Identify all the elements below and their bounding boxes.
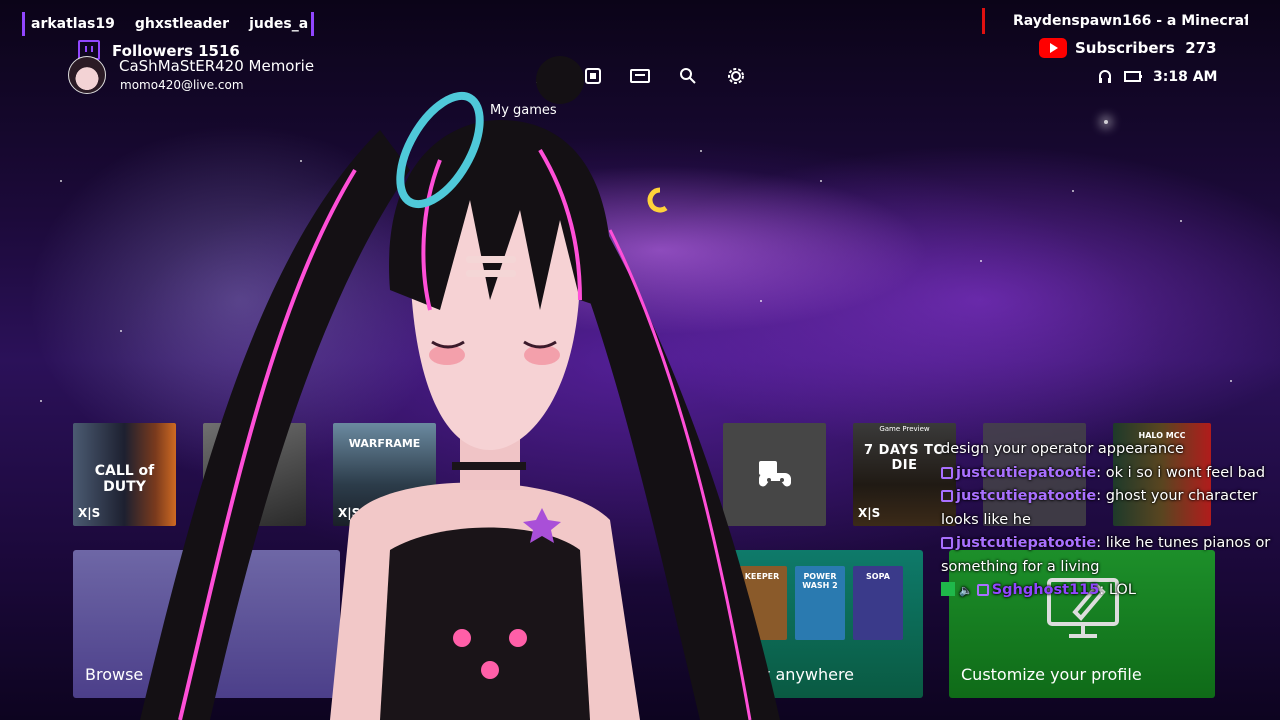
chat-message: justcutiepatootie: ghost your character …: [941, 485, 1271, 532]
headset-icon[interactable]: [1097, 69, 1113, 89]
tile-mw[interactable]: MW X|S: [203, 423, 306, 526]
panel-play-anywhere[interactable]: KEEPER POWER WASH 2 SOPA Play anywhere: [715, 550, 923, 698]
search-icon[interactable]: [677, 66, 699, 86]
tile-call-of-duty[interactable]: CALL of DUTY X|S: [73, 423, 176, 526]
panel-browse[interactable]: Browse: [73, 550, 340, 698]
mini-game-powerwash: POWER WASH 2: [795, 566, 845, 640]
chat-text: : ok i so i wont feel bad: [1096, 464, 1266, 481]
battery-icon[interactable]: [1124, 69, 1144, 87]
chat-text: : LOL: [1099, 582, 1136, 598]
xs-badge: X|S: [78, 506, 101, 520]
gear-icon[interactable]: [725, 66, 747, 86]
xs-badge: X|S: [858, 506, 881, 520]
subscribers-count: Subscribers 273: [1075, 39, 1217, 57]
twitch-icon: [976, 584, 989, 596]
speaker-icon: 🔈: [959, 584, 973, 597]
tile-warframe[interactable]: WARFRAME X|S: [333, 423, 436, 526]
subscribers-label: Subscribers: [1075, 39, 1175, 57]
profile-name[interactable]: CaShMaStER420 Memorie: [119, 57, 314, 75]
tile-title: CALL of DUTY: [94, 463, 155, 495]
sub-badge-icon: [941, 582, 955, 596]
tile-game-hub[interactable]: [723, 423, 826, 526]
subscribers-number: 273: [1185, 39, 1217, 57]
chat-message: 🔈 Sghghost115: LOL: [941, 579, 1271, 603]
xs-badge: X|S: [338, 506, 361, 520]
game-preview-label: Game Preview: [879, 425, 930, 433]
panel-label: Customize your profile: [961, 665, 1142, 684]
youtube-icon: [1039, 38, 1067, 58]
tile-title: MW: [239, 463, 270, 479]
chat-message: justcutiepatootie: ok i so i wont feel b…: [941, 462, 1271, 486]
chat-username: justcutiepatootie: [956, 464, 1097, 481]
chat-username: justcutiepatootie: [956, 535, 1097, 551]
ticker-item: arkatlas19: [31, 16, 115, 32]
ticker-item: judes_a: [249, 16, 309, 32]
chat-username: justcutiepatootie: [956, 488, 1097, 504]
store-icon[interactable]: [629, 66, 651, 86]
chat-message: justcutiepatootie: like he tunes pianos …: [941, 532, 1271, 579]
chat-text: design your operator appearance: [941, 441, 1184, 457]
xbox-logo-icon[interactable]: [533, 66, 555, 86]
tile-title: WARFRAME: [348, 437, 421, 450]
twitch-icon: [941, 490, 953, 502]
chat-message: design your operator appearance: [941, 438, 1271, 462]
ticker-item: ghxstleader: [134, 16, 230, 32]
chat-username: Sghghost115: [991, 582, 1100, 598]
gamepad-hub-icon: [758, 460, 791, 486]
mini-game-keeper: KEEPER: [737, 566, 787, 640]
mini-game-sopa: SOPA: [853, 566, 903, 640]
nav-my-games-label[interactable]: My games: [490, 103, 557, 118]
panel-label: Browse: [85, 665, 144, 684]
library-icon[interactable]: [582, 66, 604, 86]
avatar[interactable]: [68, 56, 106, 94]
twitch-icon: [941, 537, 953, 549]
clock: 3:18 AM: [1153, 69, 1218, 85]
xs-badge: X|S: [208, 506, 231, 520]
stream-chat: design your operator appearance justcuti…: [941, 438, 1271, 603]
youtube-ticker: Raydenspawn166 - a Minecraft: [982, 8, 1248, 34]
panel-label: Play anywhere: [737, 665, 855, 684]
twitch-icon: [941, 466, 953, 479]
follower-ticker: arkatlas19 ghxstleader judes_a: [22, 12, 314, 36]
profile-email: momo420@live.com: [120, 78, 244, 92]
